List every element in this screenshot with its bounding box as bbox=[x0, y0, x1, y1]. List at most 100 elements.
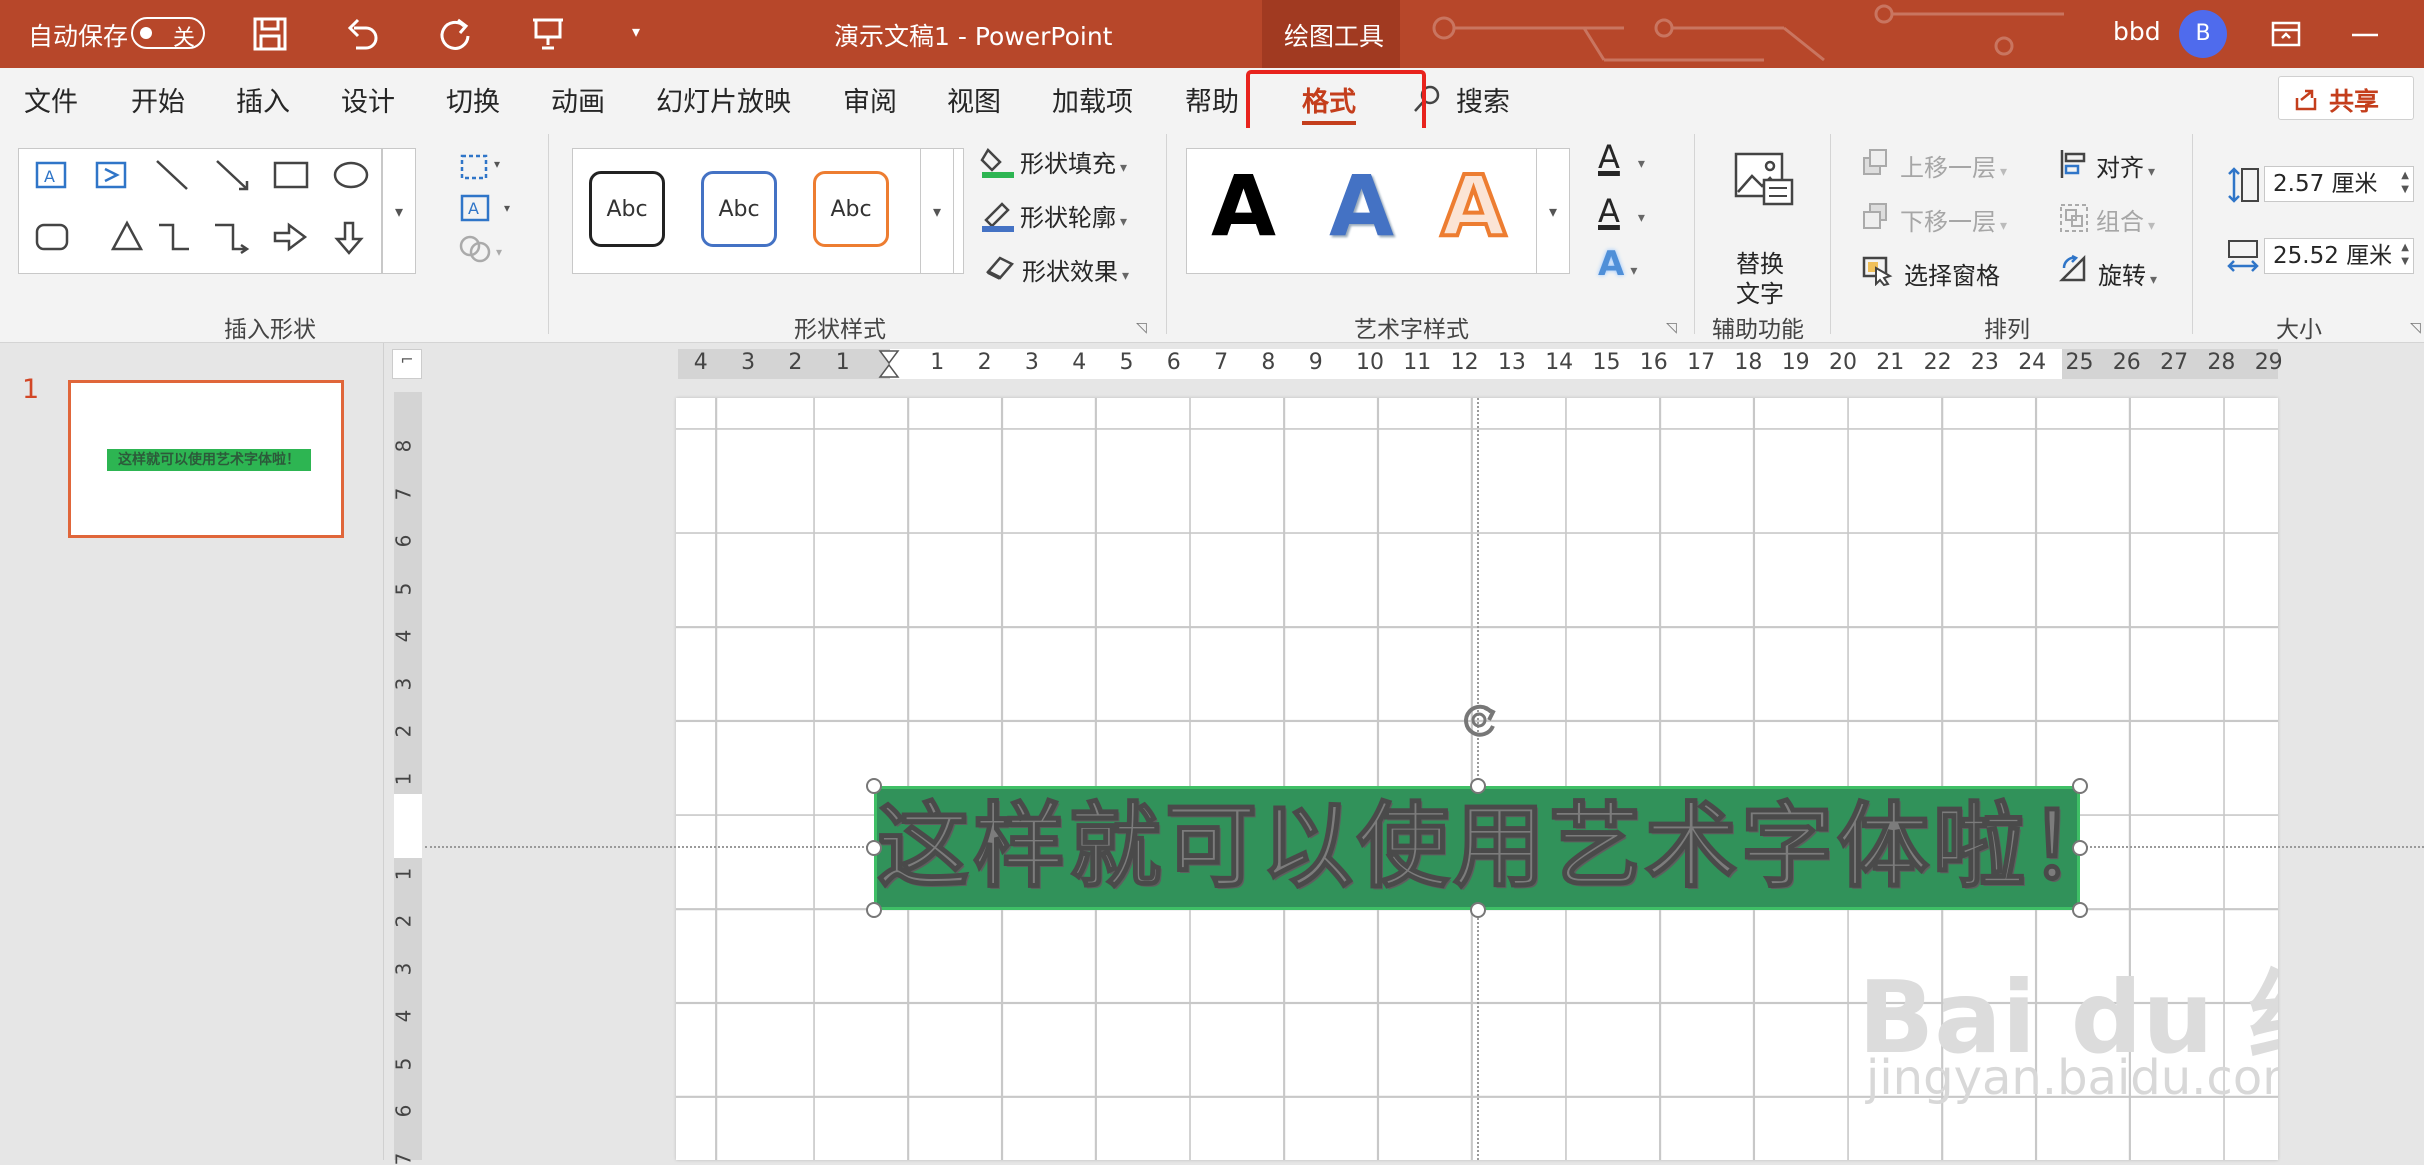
wordart-style-orange-outline[interactable]: A bbox=[1439, 155, 1508, 257]
selection-pane-icon bbox=[1862, 256, 1893, 286]
toggle-knob bbox=[140, 27, 152, 39]
save-icon[interactable] bbox=[252, 16, 288, 52]
wordart-textbox[interactable]: 这样就可以使用艺术字体啦！ bbox=[874, 786, 2122, 910]
resize-handle-top[interactable] bbox=[1470, 778, 1486, 794]
rotate-handle-icon[interactable] bbox=[1455, 698, 1505, 742]
tab-insert[interactable]: 插入 bbox=[236, 80, 290, 119]
ruler-tab-selector[interactable]: ⌐ bbox=[392, 349, 422, 379]
tab-design[interactable]: 设计 bbox=[341, 80, 395, 119]
alt-text-button[interactable]: 替换 文字 bbox=[1732, 152, 1794, 308]
resize-handle-bottom[interactable] bbox=[1470, 902, 1486, 918]
dialog-launcher-icon[interactable]: ◹ bbox=[1666, 320, 1677, 336]
edit-shape-icon[interactable]: ▾ A ▾ ▾ bbox=[456, 148, 516, 298]
ruler-number: 6 bbox=[391, 534, 416, 548]
slide-thumbnail[interactable]: 这样就可以使用艺术字体啦！ bbox=[68, 380, 344, 538]
wordart-text[interactable]: 这样就可以使用艺术字体啦！ bbox=[876, 789, 2122, 907]
resize-handle-right[interactable] bbox=[2072, 840, 2088, 856]
resize-handle-bottom-left[interactable] bbox=[866, 902, 882, 918]
height-spinner-arrows-icon[interactable]: ▲ ▼ bbox=[2401, 169, 2409, 197]
autosave-state: 关 bbox=[173, 26, 196, 51]
svg-text:▾: ▾ bbox=[494, 157, 500, 171]
ruler-number: 28 bbox=[2207, 350, 2236, 375]
resize-handle-top-left[interactable] bbox=[866, 778, 882, 794]
indent-marker-icon[interactable] bbox=[878, 349, 900, 379]
group-separator bbox=[1166, 134, 1167, 334]
ruler-number: 9 bbox=[1308, 350, 1323, 375]
ruler-number: 29 bbox=[2254, 350, 2283, 375]
horizontal-ruler[interactable]: 4 3 2 1 1 2 3 4 5 6 7 8 9 10 11 12 13 14 15 16 17 18 19 20 21 22 2… bbox=[678, 349, 2283, 379]
shapes-gallery-more[interactable]: ▾ bbox=[382, 148, 416, 274]
wordart-styles-gallery[interactable]: A A A bbox=[1186, 148, 1558, 274]
tab-addins[interactable]: 加载项 bbox=[1052, 80, 1133, 119]
dialog-launcher-icon[interactable]: ◹ bbox=[2410, 320, 2421, 336]
autosave-toggle[interactable]: 关 bbox=[131, 17, 205, 51]
tab-home[interactable]: 开始 bbox=[131, 80, 185, 119]
wordart-style-blue[interactable]: A bbox=[1329, 157, 1394, 255]
ruler-number: 4 bbox=[391, 1009, 416, 1023]
shapes-gallery[interactable]: A bbox=[18, 148, 382, 274]
shape-effects-button[interactable]: 形状效果 ▾ bbox=[1022, 252, 1129, 287]
tab-view[interactable]: 视图 bbox=[947, 80, 1001, 119]
alt-text-icon bbox=[1734, 152, 1794, 206]
shape-fill-label: 形状填充 bbox=[1020, 150, 1116, 178]
bring-forward-button[interactable]: 上移一层 ▾ bbox=[1900, 148, 2007, 183]
group-label-arrange: 排列 bbox=[1984, 317, 2030, 343]
selection-pane-button[interactable]: 选择窗格 bbox=[1904, 256, 2000, 291]
ruler-number: 12 bbox=[1450, 350, 1479, 375]
shape-styles-gallery[interactable]: Abc Abc Abc bbox=[572, 148, 964, 274]
shape-style-blue[interactable]: Abc bbox=[701, 171, 777, 247]
group-separator bbox=[548, 134, 549, 334]
vertical-ruler[interactable]: 8 7 6 5 4 3 2 1 1 2 3 4 5 6 7 bbox=[391, 392, 422, 1165]
shape-style-orange[interactable]: Abc bbox=[813, 171, 889, 247]
group-icon bbox=[2060, 204, 2088, 232]
send-backward-button[interactable]: 下移一层 ▾ bbox=[1900, 202, 2007, 237]
text-outline-icon: A bbox=[1598, 192, 1620, 230]
avatar[interactable]: B bbox=[2179, 10, 2227, 58]
slide-number: 1 bbox=[22, 374, 40, 405]
shape-styles-more[interactable]: ▾ bbox=[920, 148, 954, 274]
shape-width-input[interactable]: 25.52 厘米 ▲ ▼ bbox=[2264, 238, 2414, 274]
chevron-down-icon: ▾ bbox=[2150, 272, 2158, 288]
drawing-tools-label: 绘图工具 bbox=[1284, 22, 1385, 51]
tab-animations[interactable]: 动画 bbox=[551, 80, 605, 119]
customize-toolbar-dropdown-icon[interactable]: ▾ bbox=[632, 22, 640, 41]
align-button[interactable]: 对齐 ▾ bbox=[2096, 148, 2155, 183]
search-box[interactable]: 搜索 bbox=[1456, 80, 1510, 119]
ruler-number: 24 bbox=[2018, 350, 2047, 375]
shape-outline-button[interactable]: 形状轮廓 ▾ bbox=[1020, 198, 1127, 233]
minimize-icon[interactable] bbox=[2350, 30, 2380, 40]
tab-help[interactable]: 帮助 bbox=[1185, 80, 1239, 119]
group-button[interactable]: 组合 ▾ bbox=[2096, 202, 2155, 237]
shape-height-input[interactable]: 2.57 厘米 ▲ ▼ bbox=[2264, 166, 2414, 202]
text-outline-button[interactable]: A ▾ bbox=[1598, 192, 1645, 230]
wordart-style-black[interactable]: A bbox=[1211, 157, 1276, 255]
group-label-wordart-styles: 艺术字样式 bbox=[1354, 317, 1469, 343]
document-title: 演示文稿1 - PowerPoint bbox=[834, 22, 1113, 51]
ribbon-display-options-icon[interactable] bbox=[2270, 18, 2302, 50]
rotate-icon bbox=[2058, 254, 2086, 282]
tab-transitions[interactable]: 切换 bbox=[446, 80, 500, 119]
group-separator bbox=[1694, 134, 1695, 334]
wordart-styles-more[interactable]: ▾ bbox=[1536, 148, 1570, 274]
presentation-icon[interactable] bbox=[530, 15, 566, 51]
share-button[interactable]: 共享 bbox=[2278, 76, 2414, 120]
rotate-button[interactable]: 旋转 ▾ bbox=[2098, 256, 2157, 291]
resize-handle-top-right[interactable] bbox=[2072, 778, 2088, 794]
resize-handle-left[interactable] bbox=[866, 840, 882, 856]
ruler-number: 6 bbox=[1166, 350, 1181, 375]
width-spinner-arrows-icon[interactable]: ▲ ▼ bbox=[2401, 241, 2409, 269]
share-label: 共享 bbox=[2329, 87, 2380, 116]
shape-style-black[interactable]: Abc bbox=[589, 171, 665, 247]
dialog-launcher-icon[interactable]: ◹ bbox=[1136, 320, 1147, 336]
user-name[interactable]: bbd bbox=[2113, 17, 2161, 46]
text-fill-button[interactable]: A ▾ bbox=[1598, 138, 1645, 176]
ruler-number: 5 bbox=[391, 1057, 416, 1070]
tab-slideshow[interactable]: 幻灯片放映 bbox=[656, 80, 791, 119]
tab-review[interactable]: 审阅 bbox=[843, 80, 897, 119]
shape-fill-button[interactable]: 形状填充 ▾ bbox=[1020, 144, 1127, 179]
redo-icon[interactable] bbox=[436, 14, 474, 52]
undo-icon[interactable] bbox=[344, 16, 380, 52]
resize-handle-bottom-right[interactable] bbox=[2072, 902, 2088, 918]
text-effects-button[interactable]: A ▾ bbox=[1598, 244, 1637, 284]
tab-file[interactable]: 文件 bbox=[24, 80, 78, 119]
